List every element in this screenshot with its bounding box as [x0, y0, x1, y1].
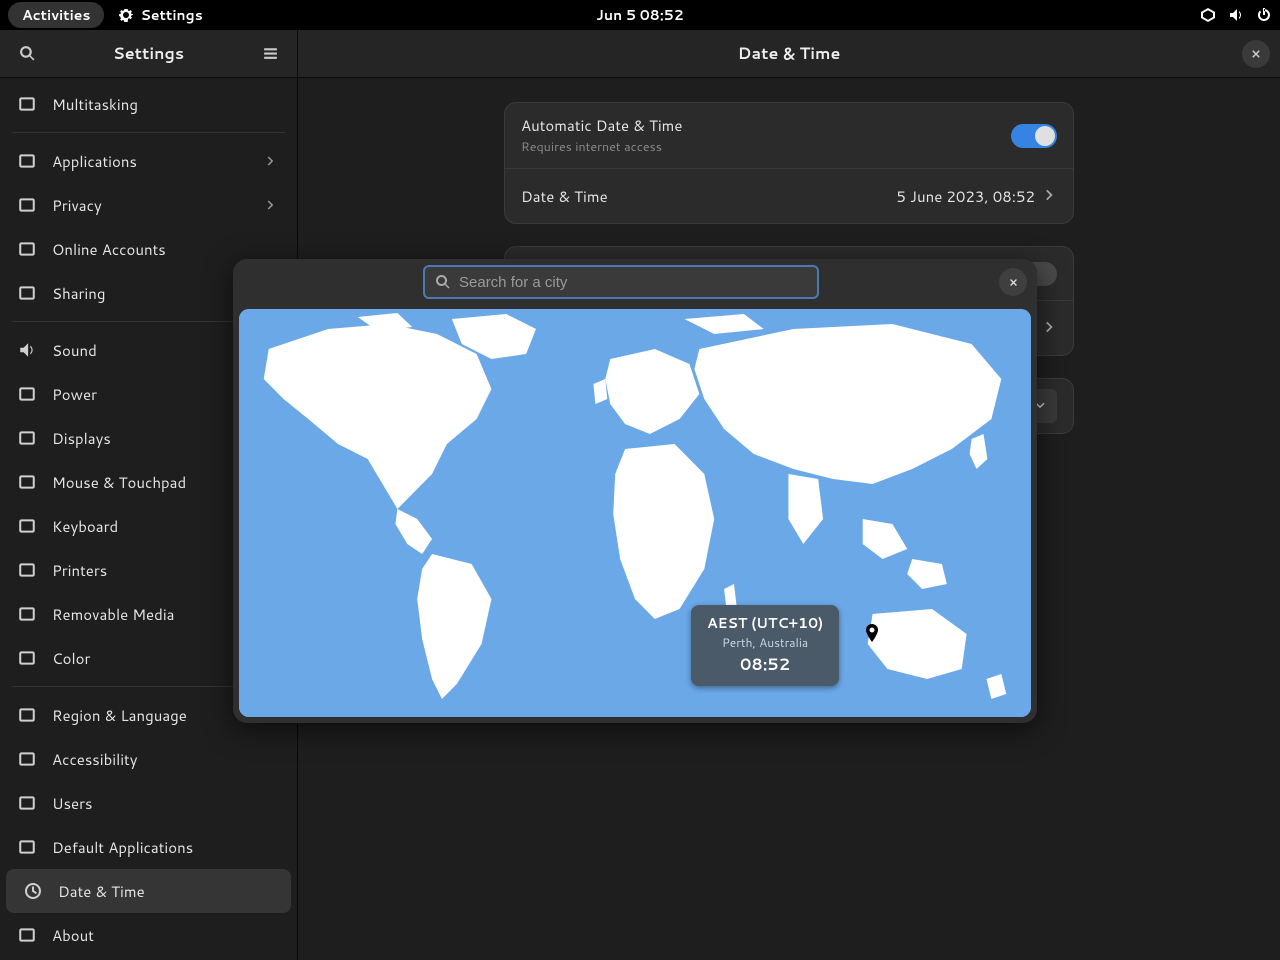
removable-icon: [18, 605, 36, 623]
sidebar-item-label: Multitasking: [52, 94, 279, 115]
popover-close-button[interactable]: [999, 268, 1027, 296]
tooltip-time: 08:52: [707, 653, 823, 676]
datetime-row[interactable]: Date & Time 5 June 2023, 08:52: [505, 169, 1073, 223]
sidebar-item-applications[interactable]: Applications: [0, 139, 297, 183]
topbar-datetime[interactable]: Jun 5 08:52: [596, 5, 683, 25]
color-icon: [18, 649, 36, 667]
close-icon: [1008, 277, 1019, 288]
online-accounts-icon: [18, 240, 36, 258]
sidebar-item-privacy[interactable]: Privacy: [0, 183, 297, 227]
world-map[interactable]: AEST (UTC+10) Perth, Australia 08:52: [239, 309, 1031, 717]
top-bar: Activities Settings Jun 5 08:52: [0, 0, 1280, 30]
search-icon: [19, 45, 36, 62]
power-icon: [18, 385, 36, 403]
keyboard-icon: [18, 517, 36, 535]
sidebar-menu-button[interactable]: [255, 39, 285, 69]
sidebar-item-about[interactable]: About: [0, 913, 297, 957]
datetime-card: Automatic Date & Time Requires internet …: [504, 102, 1074, 224]
sidebar-item-default-applications[interactable]: Default Applications: [0, 825, 297, 869]
sidebar-item-label: Applications: [52, 151, 249, 172]
sidebar-item-label: Users: [52, 793, 279, 814]
sidebar-item-label: Date & Time: [58, 881, 273, 902]
tooltip-tz: AEST (UTC+10): [707, 613, 823, 633]
datetime-icon: [24, 882, 42, 900]
sidebar-item-date-time[interactable]: Date & Time: [6, 869, 291, 913]
about-icon: [18, 926, 36, 944]
sidebar-item-label: Accessibility: [52, 749, 279, 770]
sidebar-item-label: Online Accounts: [52, 239, 279, 260]
volume-icon[interactable]: [1228, 7, 1244, 23]
timezone-popover: AEST (UTC+10) Perth, Australia 08:52: [233, 259, 1037, 723]
world-map-svg: [239, 309, 1031, 717]
sidebar-item-users[interactable]: Users: [0, 781, 297, 825]
sidebar-item-multitasking[interactable]: Multitasking: [0, 82, 297, 126]
sidebar-separator: [12, 132, 285, 133]
auto-datetime-sub: Requires internet access: [521, 138, 1011, 156]
sharing-icon: [18, 284, 36, 302]
sidebar-item-label: About: [52, 925, 279, 946]
pin-icon: [864, 624, 880, 644]
privacy-icon: [18, 196, 36, 214]
region-icon: [18, 706, 36, 724]
search-icon: [435, 274, 451, 290]
topbar-app[interactable]: Settings: [118, 5, 202, 25]
users-icon: [18, 794, 36, 812]
chevron-right-icon: [1043, 317, 1057, 340]
sidebar-item-accessibility[interactable]: Accessibility: [0, 737, 297, 781]
datetime-row-title: Date & Time: [521, 186, 896, 207]
sidebar-item-label: Privacy: [52, 195, 249, 216]
chevron-right-icon: [1043, 185, 1057, 208]
auto-datetime-toggle[interactable]: [1011, 124, 1057, 148]
sidebar-header: Settings: [0, 30, 297, 78]
datetime-value: 5 June 2023, 08:52: [896, 186, 1035, 207]
apps-icon: [18, 152, 36, 170]
auto-datetime-row[interactable]: Automatic Date & Time Requires internet …: [505, 103, 1073, 169]
city-search-input[interactable]: [459, 274, 807, 291]
defaultapps-icon: [18, 838, 36, 856]
printers-icon: [18, 561, 36, 579]
sidebar-title: Settings: [42, 42, 255, 65]
topbar-app-label: Settings: [140, 5, 202, 25]
displays-icon: [18, 429, 36, 447]
main-header: Date & Time: [298, 30, 1280, 78]
power-icon[interactable]: [1256, 7, 1272, 23]
mouse-icon: [18, 473, 36, 491]
sound-icon: [18, 341, 36, 359]
chevron-right-icon: [265, 151, 279, 172]
auto-datetime-title: Automatic Date & Time: [521, 115, 1011, 136]
page-title: Date & Time: [738, 42, 841, 65]
activities-button[interactable]: Activities: [8, 2, 104, 28]
gear-icon: [118, 7, 134, 23]
network-icon[interactable]: [1200, 7, 1216, 23]
tooltip-location: Perth, Australia: [707, 634, 823, 651]
popover-header: [233, 259, 1037, 305]
multitasking-icon: [18, 95, 36, 113]
sidebar-item-label: Default Applications: [52, 837, 279, 858]
accessibility-icon: [18, 750, 36, 768]
sidebar-search-button[interactable]: [12, 39, 42, 69]
timezone-tooltip: AEST (UTC+10) Perth, Australia 08:52: [691, 605, 839, 686]
window-close-button[interactable]: [1242, 40, 1270, 68]
city-search-box[interactable]: [423, 265, 819, 299]
close-icon: [1250, 48, 1262, 60]
chevron-right-icon: [265, 195, 279, 216]
hamburger-icon: [262, 45, 279, 62]
map-pin[interactable]: [864, 624, 880, 644]
